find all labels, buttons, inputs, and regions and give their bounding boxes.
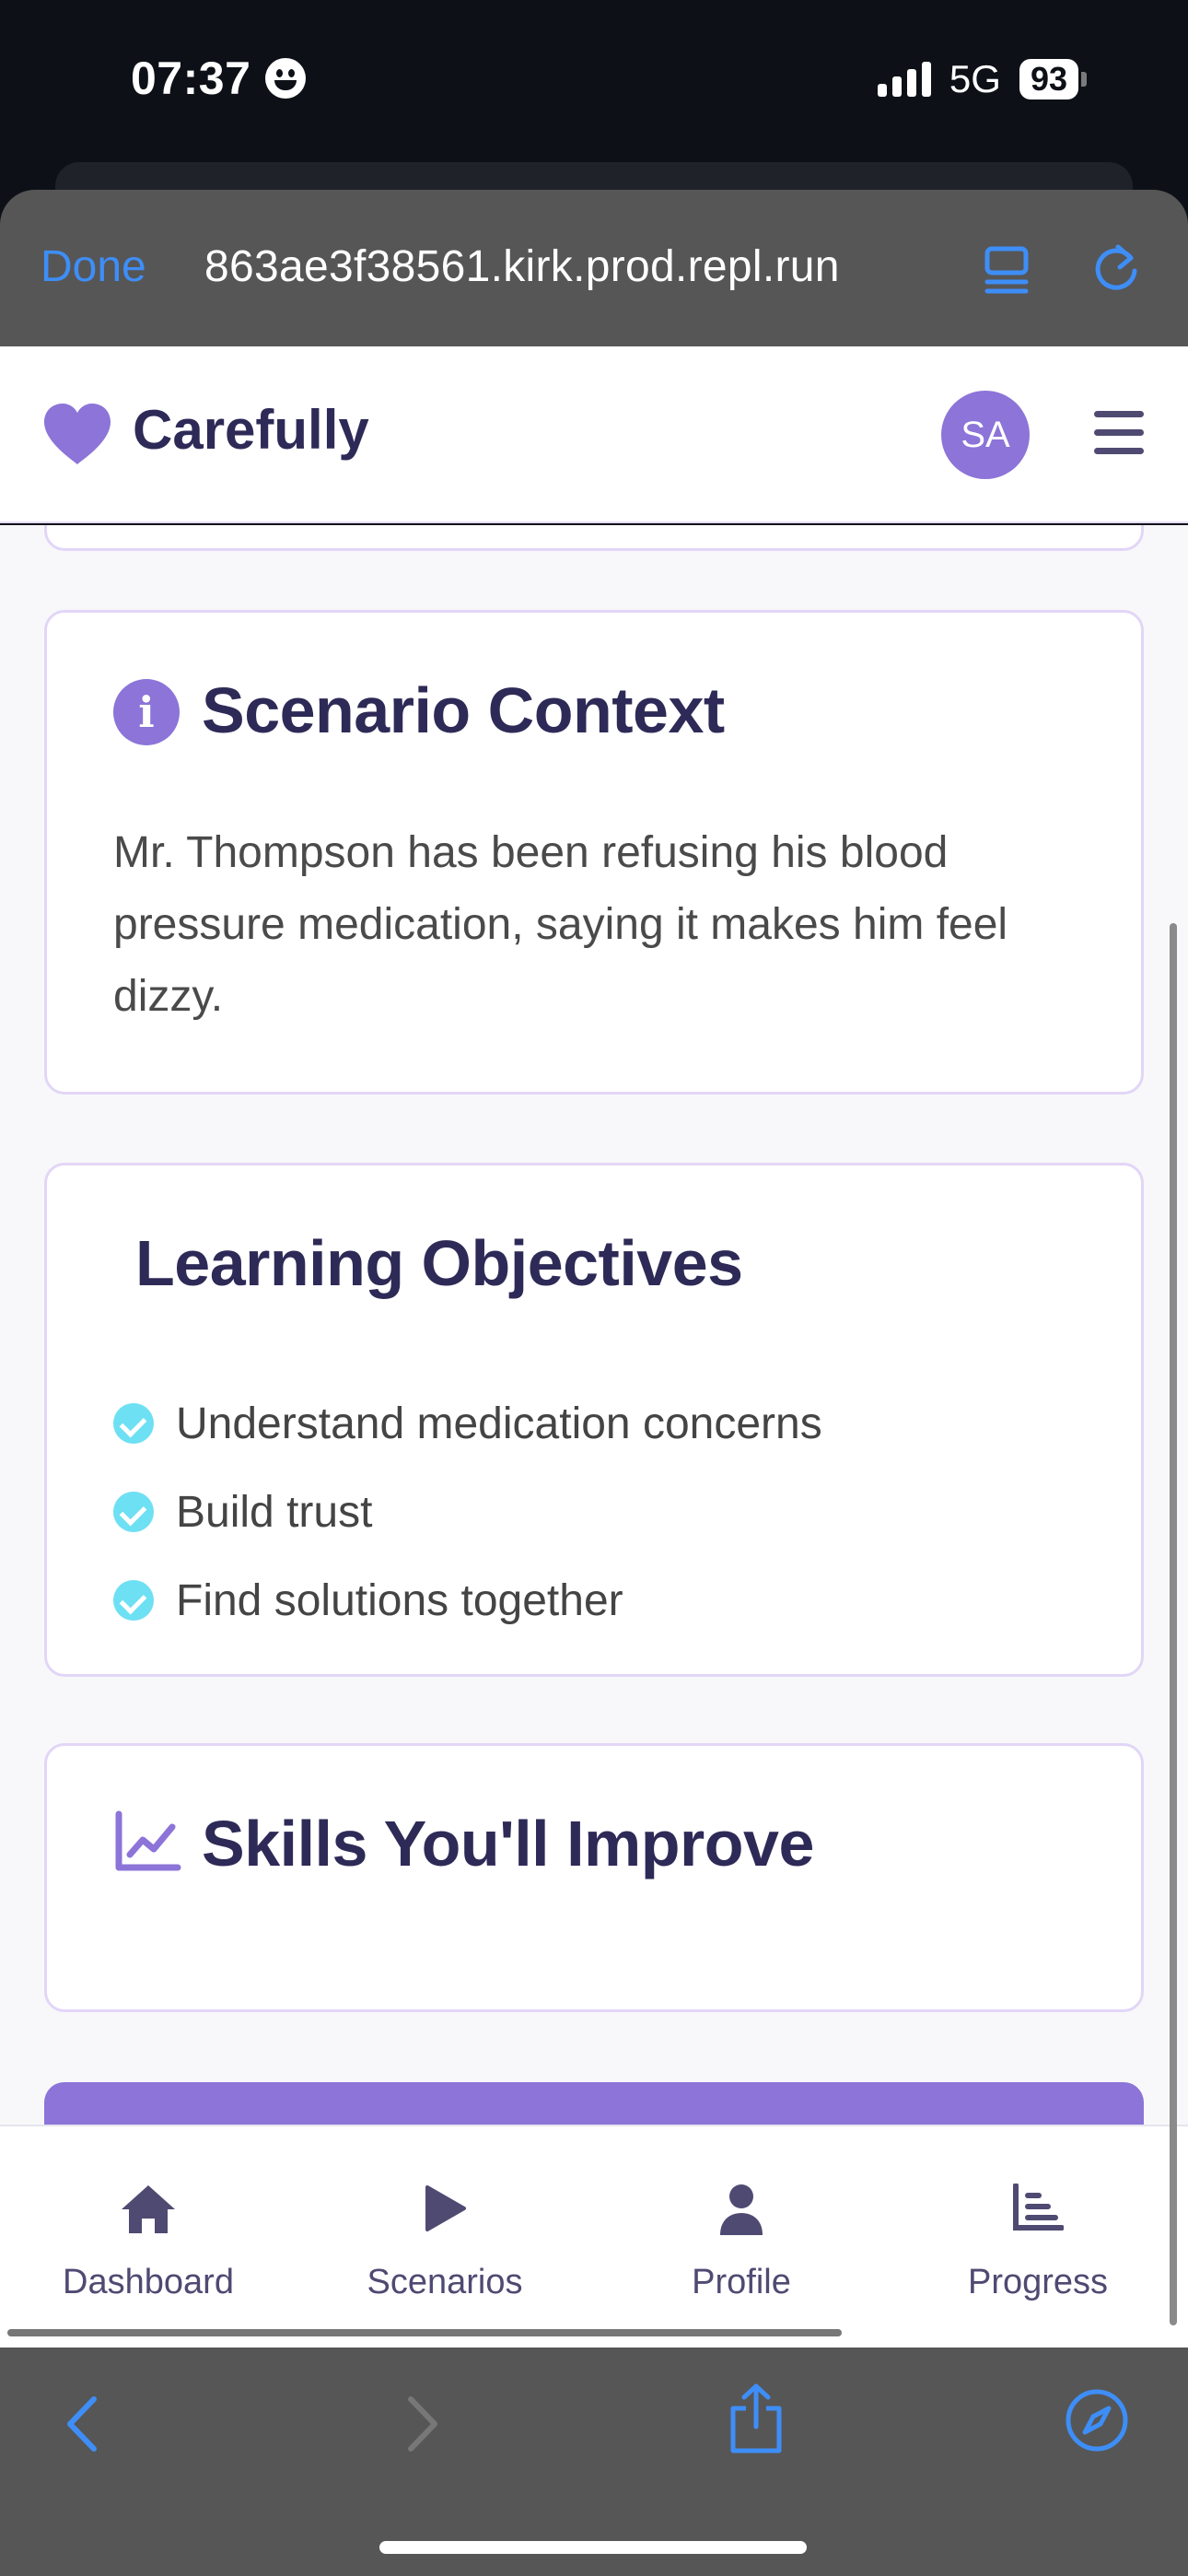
heart-logo-icon — [44, 404, 111, 464]
objective-item: Understand medication concerns — [113, 1379, 822, 1468]
user-icon — [720, 2184, 763, 2235]
horizontal-scrollbar[interactable] — [7, 2329, 842, 2336]
chart-line-icon — [115, 1810, 181, 1871]
smiley-icon — [265, 58, 307, 99]
skills-card: Skills You'll Improve — [44, 1743, 1144, 2012]
objective-item: Build trust — [113, 1468, 822, 1556]
objectives-list: Understand medication concerns Build tru… — [113, 1379, 822, 1645]
play-icon — [425, 2185, 466, 2231]
avatar[interactable]: SA — [941, 391, 1030, 479]
objective-text: Build trust — [176, 1487, 373, 1537]
reload-icon[interactable] — [1089, 240, 1144, 295]
forward-arrow-icon[interactable] — [402, 2392, 446, 2456]
objective-item: Find solutions together — [113, 1556, 822, 1645]
bottom-nav: Dashboard Scenarios Profile Progress — [0, 2125, 1188, 2348]
objective-text: Find solutions together — [176, 1575, 623, 1625]
start-scenario-button[interactable] — [44, 2082, 1144, 2126]
check-circle-icon — [113, 1403, 154, 1444]
nav-label-profile: Profile — [692, 2263, 791, 2301]
hamburger-menu-icon[interactable] — [1094, 411, 1144, 457]
url-field[interactable]: 863ae3f38561.kirk.prod.repl.run — [204, 241, 840, 292]
network-type: 5G — [949, 57, 1001, 100]
previous-card — [44, 525, 1144, 551]
home-indicator — [379, 2541, 807, 2554]
battery-icon: 93 — [1019, 59, 1087, 100]
status-time: 07:37 — [131, 52, 307, 105]
nav-label-scenarios: Scenarios — [367, 2263, 523, 2301]
skills-title: Skills You'll Improve — [202, 1808, 814, 1879]
brand-name[interactable]: Carefully — [133, 398, 369, 462]
home-icon — [122, 2185, 175, 2233]
app-header: Carefully SA — [0, 346, 1188, 523]
main-content: i Scenario Context Mr. Thompson has been… — [0, 525, 1188, 2126]
check-circle-icon — [113, 1492, 154, 1532]
scenario-context-card: i Scenario Context Mr. Thompson has been… — [44, 610, 1144, 1095]
bar-chart-icon — [1013, 2184, 1064, 2231]
nav-dashboard[interactable]: Dashboard — [0, 2126, 297, 2329]
vertical-scrollbar[interactable] — [1170, 923, 1177, 2325]
battery-level: 93 — [1019, 59, 1078, 100]
scenario-title: Scenario Context — [202, 674, 725, 746]
nav-scenarios[interactable]: Scenarios — [297, 2126, 593, 2329]
done-button[interactable]: Done — [41, 241, 146, 292]
scenario-text: Mr. Thompson has been refusing his blood… — [113, 828, 1008, 1021]
reader-icon[interactable] — [984, 243, 1030, 295]
info-icon: i — [113, 679, 180, 745]
status-indicators: 5G 93 — [877, 57, 1087, 101]
objective-text: Understand medication concerns — [176, 1399, 822, 1448]
back-arrow-icon[interactable] — [59, 2392, 103, 2456]
status-bar: 07:37 5G 93 — [0, 0, 1188, 166]
objectives-title: Learning Objectives — [135, 1227, 743, 1299]
nav-profile[interactable]: Profile — [593, 2126, 890, 2329]
nav-label-dashboard: Dashboard — [63, 2263, 234, 2301]
compass-icon[interactable] — [1065, 2388, 1129, 2453]
signal-icon — [877, 62, 931, 97]
learning-objectives-card: Learning Objectives Understand medicatio… — [44, 1163, 1144, 1677]
share-icon[interactable] — [728, 2383, 785, 2454]
nav-progress[interactable]: Progress — [890, 2126, 1186, 2329]
check-circle-icon — [113, 1580, 154, 1621]
time-text: 07:37 — [131, 53, 251, 104]
nav-label-progress: Progress — [967, 2263, 1109, 2301]
